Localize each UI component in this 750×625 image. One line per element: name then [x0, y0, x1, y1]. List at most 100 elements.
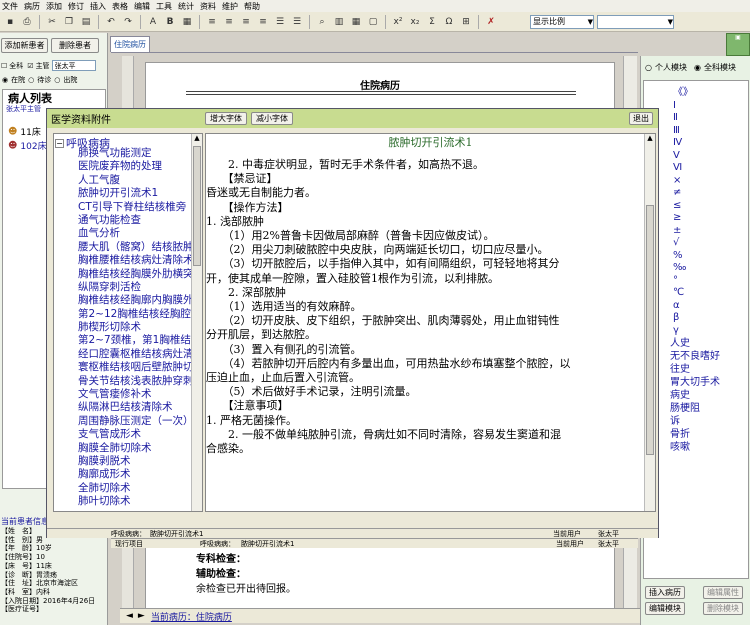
edit-attr-button[interactable]: 编辑属性 — [703, 586, 743, 599]
tree-item[interactable]: 胸廓成形术 — [54, 468, 202, 481]
dialog-statusbar: 呼吸病病： 脓肿切开引流术1 当前用户 张太平 — [47, 528, 658, 538]
module-mode-radios: ○ 个人模块 ◉ 全科模块 — [645, 63, 736, 72]
module-side-icon[interactable]: ▣ — [726, 33, 750, 56]
table-icon[interactable]: ▥ — [332, 15, 346, 29]
tree-item[interactable]: 脓肿切开引流术1 — [54, 187, 202, 200]
tree-item[interactable]: 胸膜剥脱术 — [54, 455, 202, 468]
paste-icon[interactable]: ▤ — [79, 15, 93, 29]
tree-item[interactable]: 通气功能检查 — [54, 214, 202, 227]
undo-icon[interactable]: ↶ — [104, 15, 118, 29]
menu-add[interactable]: 添加 — [46, 1, 62, 12]
superscript-icon[interactable]: x² — [391, 15, 405, 29]
exit-button[interactable]: 退出 — [629, 112, 653, 125]
save-icon[interactable]: ▪ — [3, 15, 17, 29]
special-char-icon[interactable]: ⊞ — [459, 15, 473, 29]
tree-item[interactable]: 骨关节结核浅表脓肿穿刺 — [54, 375, 202, 388]
menu-tools[interactable]: 工具 — [156, 1, 172, 12]
dialog-title: 医学资料附件 — [51, 115, 111, 126]
list-item[interactable]: ☻ 11床 — [8, 125, 41, 139]
tree-item[interactable]: 胸椎结核经胸膜外肋横突 — [54, 268, 202, 281]
justify-icon[interactable]: ≡ — [256, 15, 270, 29]
indent-icon[interactable]: ☰ — [273, 15, 287, 29]
tree-item[interactable]: 经口腔囊枢椎结核病灶清 — [54, 348, 202, 361]
zoom-select[interactable]: 显示比例 ▼ — [530, 14, 594, 29]
menu-table[interactable]: 表格 — [112, 1, 128, 12]
filter-doctor-checkbox[interactable]: ☑ — [27, 62, 33, 70]
radio-all[interactable]: ◉ — [694, 63, 701, 72]
align-center-icon[interactable]: ≡ — [222, 15, 236, 29]
patient-icon: ☻ — [8, 126, 18, 137]
zoom-out-button[interactable]: 减小字体 — [251, 112, 293, 125]
doctor-select[interactable]: 张太平 — [51, 60, 96, 71]
tree-item[interactable]: 肺叶切除术 — [54, 495, 202, 508]
edit-module-button[interactable]: 编辑模块 — [645, 602, 685, 615]
radio-wait[interactable]: ○ — [28, 76, 34, 84]
sigma-icon[interactable]: Σ — [425, 15, 439, 29]
radio-in[interactable]: ◉ — [2, 76, 8, 84]
content-scrollbar[interactable]: ▲ — [644, 134, 655, 511]
tree-item[interactable]: 腰大肌（髂窝）结核脓肿 — [54, 241, 202, 254]
font-select[interactable]: ▼ — [597, 14, 674, 29]
tab-prev-arrow[interactable]: ◄ — [126, 611, 133, 621]
tab-next-arrow[interactable]: ► — [138, 611, 145, 621]
tree-item[interactable]: 医院废弃物的处理 — [54, 160, 202, 173]
delete-module-button[interactable]: 删除模块 — [703, 602, 743, 615]
omega-icon[interactable]: Ω — [442, 15, 456, 29]
tree-item[interactable]: 文气管瘘修补术 — [54, 388, 202, 401]
tree-item[interactable]: 胸膜全肺切除术 — [54, 442, 202, 455]
color-icon[interactable]: ▦ — [180, 15, 194, 29]
tree-item[interactable]: 胸椎结核经胸廓内胸膜外 — [54, 294, 202, 307]
tree-item[interactable]: 寰枢椎结核咽后壁脓肿切 — [54, 361, 202, 374]
align-left-icon[interactable]: ≡ — [205, 15, 219, 29]
align-right-icon[interactable]: ≡ — [239, 15, 253, 29]
tree-item[interactable]: 人工气腹 — [54, 174, 202, 187]
collapse-icon[interactable]: − — [55, 138, 64, 148]
reference-content: 脓肿切开引流术1 2. 中毒症状明显，暂时无手术条件者，如高热不退。 【禁忌证】… — [205, 133, 656, 512]
find-icon[interactable]: ⌕ — [315, 15, 329, 29]
copy-icon[interactable]: ❐ — [62, 15, 76, 29]
tree-item[interactable]: 纵隔穿刺活检 — [54, 281, 202, 294]
tree-item[interactable]: 肺楔形切除术 — [54, 321, 202, 334]
tree-root[interactable]: − 呼吸病病 — [55, 135, 110, 151]
subscript-icon[interactable]: x₂ — [408, 15, 422, 29]
tree-item[interactable]: 周围静脉压测定（一次） — [54, 415, 202, 428]
tree-item[interactable]: CT引导下脊柱结核椎旁 — [54, 201, 202, 214]
menu-data[interactable]: 资料 — [200, 1, 216, 12]
redo-icon[interactable]: ↷ — [121, 15, 135, 29]
tree-item[interactable]: 血气分析 — [54, 227, 202, 240]
tree-scrollbar[interactable]: ▲ — [191, 134, 202, 511]
grid-icon[interactable]: ▦ — [349, 15, 363, 29]
tab-current-record[interactable]: 当前病历：住院病历 — [151, 610, 232, 623]
cut-icon[interactable]: ✂ — [45, 15, 59, 29]
radio-personal[interactable]: ○ — [645, 63, 652, 72]
tree-item[interactable]: 第2~7颈椎，第1胸椎结核 — [54, 334, 202, 347]
menu-file[interactable]: 文件 — [2, 1, 18, 12]
tree-item[interactable]: 胸椎腰椎结核病灶清除术 — [54, 254, 202, 267]
menu-stats[interactable]: 统计 — [178, 1, 194, 12]
insert-record-button[interactable]: 插入病历 — [645, 586, 685, 599]
menu-help[interactable]: 帮助 — [244, 1, 260, 12]
tree-item[interactable]: 第2~12胸椎结核经胸腔 — [54, 308, 202, 321]
tab-inpatient-record[interactable]: 住院病历 — [110, 36, 150, 52]
font-a-icon[interactable]: A — [146, 15, 160, 29]
list-item[interactable]: ☻ 102床 — [8, 139, 47, 153]
zoom-in-button[interactable]: 增大字体 — [205, 112, 247, 125]
delete-patient-button[interactable]: 删除患者 — [51, 38, 99, 53]
tree-item[interactable]: 纵隔淋巴结核清除术 — [54, 401, 202, 414]
dialog-titlebar[interactable]: 医学资料附件 增大字体 减小字体 退出 — [47, 109, 658, 128]
radio-out[interactable]: ○ — [54, 76, 60, 84]
print-icon[interactable]: ⎙ — [20, 15, 34, 29]
filter-all-checkbox[interactable]: ☐ — [1, 62, 7, 70]
tree-item[interactable]: 支气管成形术 — [54, 428, 202, 441]
frame-icon[interactable]: ▢ — [366, 15, 380, 29]
menu-record[interactable]: 病历 — [24, 1, 40, 12]
menu-maintain[interactable]: 维护 — [222, 1, 238, 12]
tree-item[interactable]: 全肺切除术 — [54, 482, 202, 495]
tools-icon[interactable]: ✗ — [484, 15, 498, 29]
menu-revise[interactable]: 修订 — [68, 1, 84, 12]
outdent-icon[interactable]: ☰ — [290, 15, 304, 29]
bold-icon[interactable]: B — [163, 15, 177, 29]
menu-edit[interactable]: 编辑 — [134, 1, 150, 12]
add-patient-button[interactable]: 添加新患者 — [1, 38, 48, 53]
menu-insert[interactable]: 插入 — [90, 1, 106, 12]
